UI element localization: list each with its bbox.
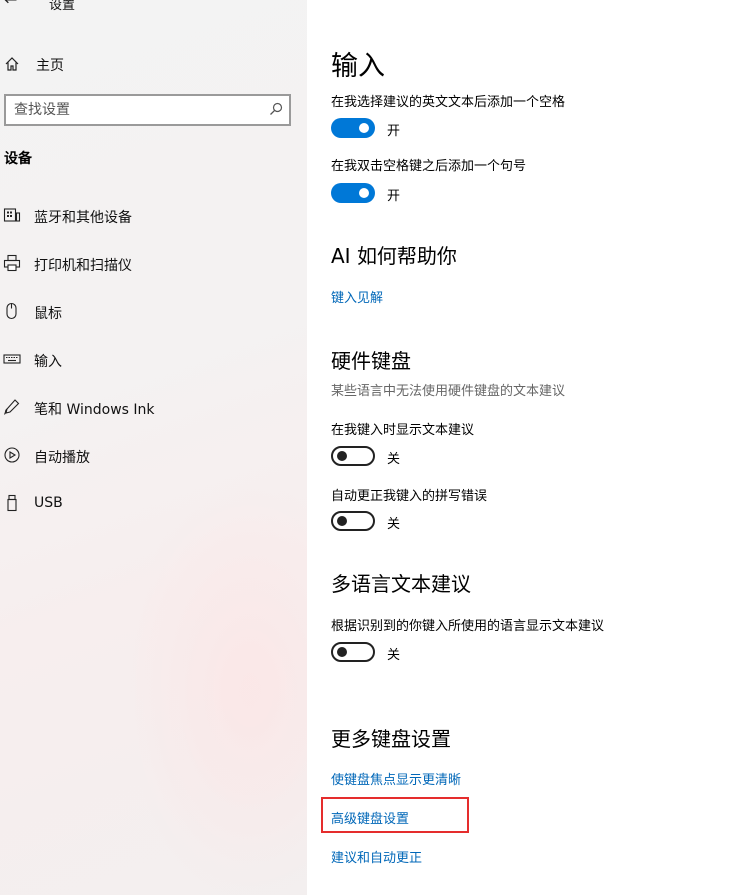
toggle-row-add-period: 开 xyxy=(331,183,531,205)
printer-icon xyxy=(3,254,21,272)
setting-label-multilingual: 根据识别到的你键入所使用的语言显示文本建议 xyxy=(331,619,605,634)
setting-label-add-space: 在我选择建议的英文文本后添加一个空格 xyxy=(331,95,566,110)
toggle-show-suggestions[interactable] xyxy=(331,446,375,466)
page-title: 输入 xyxy=(331,51,385,82)
bluetooth-devices-icon xyxy=(3,208,21,222)
home-icon xyxy=(5,57,19,71)
sidebar-item-mouse[interactable]: 鼠标 xyxy=(0,296,307,328)
toggle-autocorrect[interactable] xyxy=(331,511,375,531)
sidebar-item-bluetooth[interactable]: 蓝牙和其他设备 xyxy=(0,200,307,232)
toggle-state-label: 关 xyxy=(387,648,401,663)
sidebar-item-usb[interactable]: USB xyxy=(0,488,307,520)
sidebar-item-printers[interactable]: 打印机和扫描仪 xyxy=(0,248,307,280)
sidebar: ← 设置 主页 设备 蓝牙和其他设备 打印机和扫描仪 xyxy=(0,0,307,895)
sidebar-item-home[interactable]: 主页 xyxy=(0,50,307,78)
sidebar-item-autoplay[interactable]: 自动播放 xyxy=(0,440,307,472)
setting-label-add-period: 在我双击空格键之后添加一个句号 xyxy=(331,159,527,174)
sidebar-item-label: 主页 xyxy=(36,58,64,74)
setting-label-autocorrect: 自动更正我键入的拼写错误 xyxy=(331,489,488,504)
toggle-state-label: 开 xyxy=(387,189,401,204)
link-advanced-keyboard-settings[interactable]: 高级键盘设置 xyxy=(331,808,409,827)
sidebar-item-label: USB xyxy=(34,495,63,511)
toggle-row-show-suggestions: 关 xyxy=(331,446,531,468)
sidebar-item-pen[interactable]: 笔和 Windows Ink xyxy=(0,392,307,424)
pen-icon xyxy=(4,399,20,415)
back-button[interactable]: ← xyxy=(4,0,22,10)
toggle-knob xyxy=(337,516,347,526)
sidebar-item-typing[interactable]: 输入 xyxy=(0,344,307,376)
section-heading-ai: AI 如何帮助你 xyxy=(331,244,457,268)
section-subtitle-hardware-keyboard: 某些语言中无法使用硬件键盘的文本建议 xyxy=(331,384,566,399)
usb-icon xyxy=(7,494,17,512)
sidebar-item-label: 自动播放 xyxy=(34,450,90,466)
toggle-multilingual[interactable] xyxy=(331,642,375,662)
main-content: 输入 在我选择建议的英文文本后添加一个空格 开 在我双击空格键之后添加一个句号 … xyxy=(307,0,733,895)
section-heading-more-keyboard: 更多键盘设置 xyxy=(331,727,451,751)
search-input[interactable] xyxy=(14,100,254,120)
toggle-row-add-space: 开 xyxy=(331,118,531,140)
section-heading-hardware-keyboard: 硬件键盘 xyxy=(331,349,411,373)
toggle-add-space[interactable] xyxy=(331,118,375,138)
section-label-devices: 设备 xyxy=(4,151,32,167)
keyboard-icon xyxy=(3,354,21,364)
autoplay-icon xyxy=(4,447,20,463)
sidebar-item-label: 输入 xyxy=(34,354,62,370)
link-keyboard-focus[interactable]: 使键盘焦点显示更清晰 xyxy=(331,769,461,788)
toggle-knob xyxy=(337,451,347,461)
toggle-add-period[interactable] xyxy=(331,183,375,203)
toggle-state-label: 关 xyxy=(387,452,401,467)
app-title: 设置 xyxy=(49,0,76,12)
link-typing-insights[interactable]: 键入见解 xyxy=(331,287,383,306)
toggle-knob xyxy=(337,647,347,657)
link-suggestions-autocorrect[interactable]: 建议和自动更正 xyxy=(331,847,422,866)
section-heading-multilingual: 多语言文本建议 xyxy=(331,572,471,596)
search-box[interactable] xyxy=(4,94,291,126)
toggle-knob xyxy=(359,188,369,198)
sidebar-item-label: 打印机和扫描仪 xyxy=(34,258,132,274)
toggle-state-label: 关 xyxy=(387,517,401,532)
toggle-row-autocorrect: 关 xyxy=(331,511,531,533)
sidebar-item-label: 鼠标 xyxy=(34,306,62,322)
title-bar: ← 设置 xyxy=(0,0,307,16)
sidebar-item-label: 笔和 Windows Ink xyxy=(34,402,155,418)
sidebar-item-label: 蓝牙和其他设备 xyxy=(34,210,132,226)
search-icon[interactable] xyxy=(269,102,283,116)
toggle-row-multilingual: 关 xyxy=(331,642,531,664)
mouse-icon xyxy=(6,302,17,320)
toggle-state-label: 开 xyxy=(387,124,401,139)
toggle-knob xyxy=(359,123,369,133)
setting-label-show-suggestions: 在我键入时显示文本建议 xyxy=(331,423,475,438)
